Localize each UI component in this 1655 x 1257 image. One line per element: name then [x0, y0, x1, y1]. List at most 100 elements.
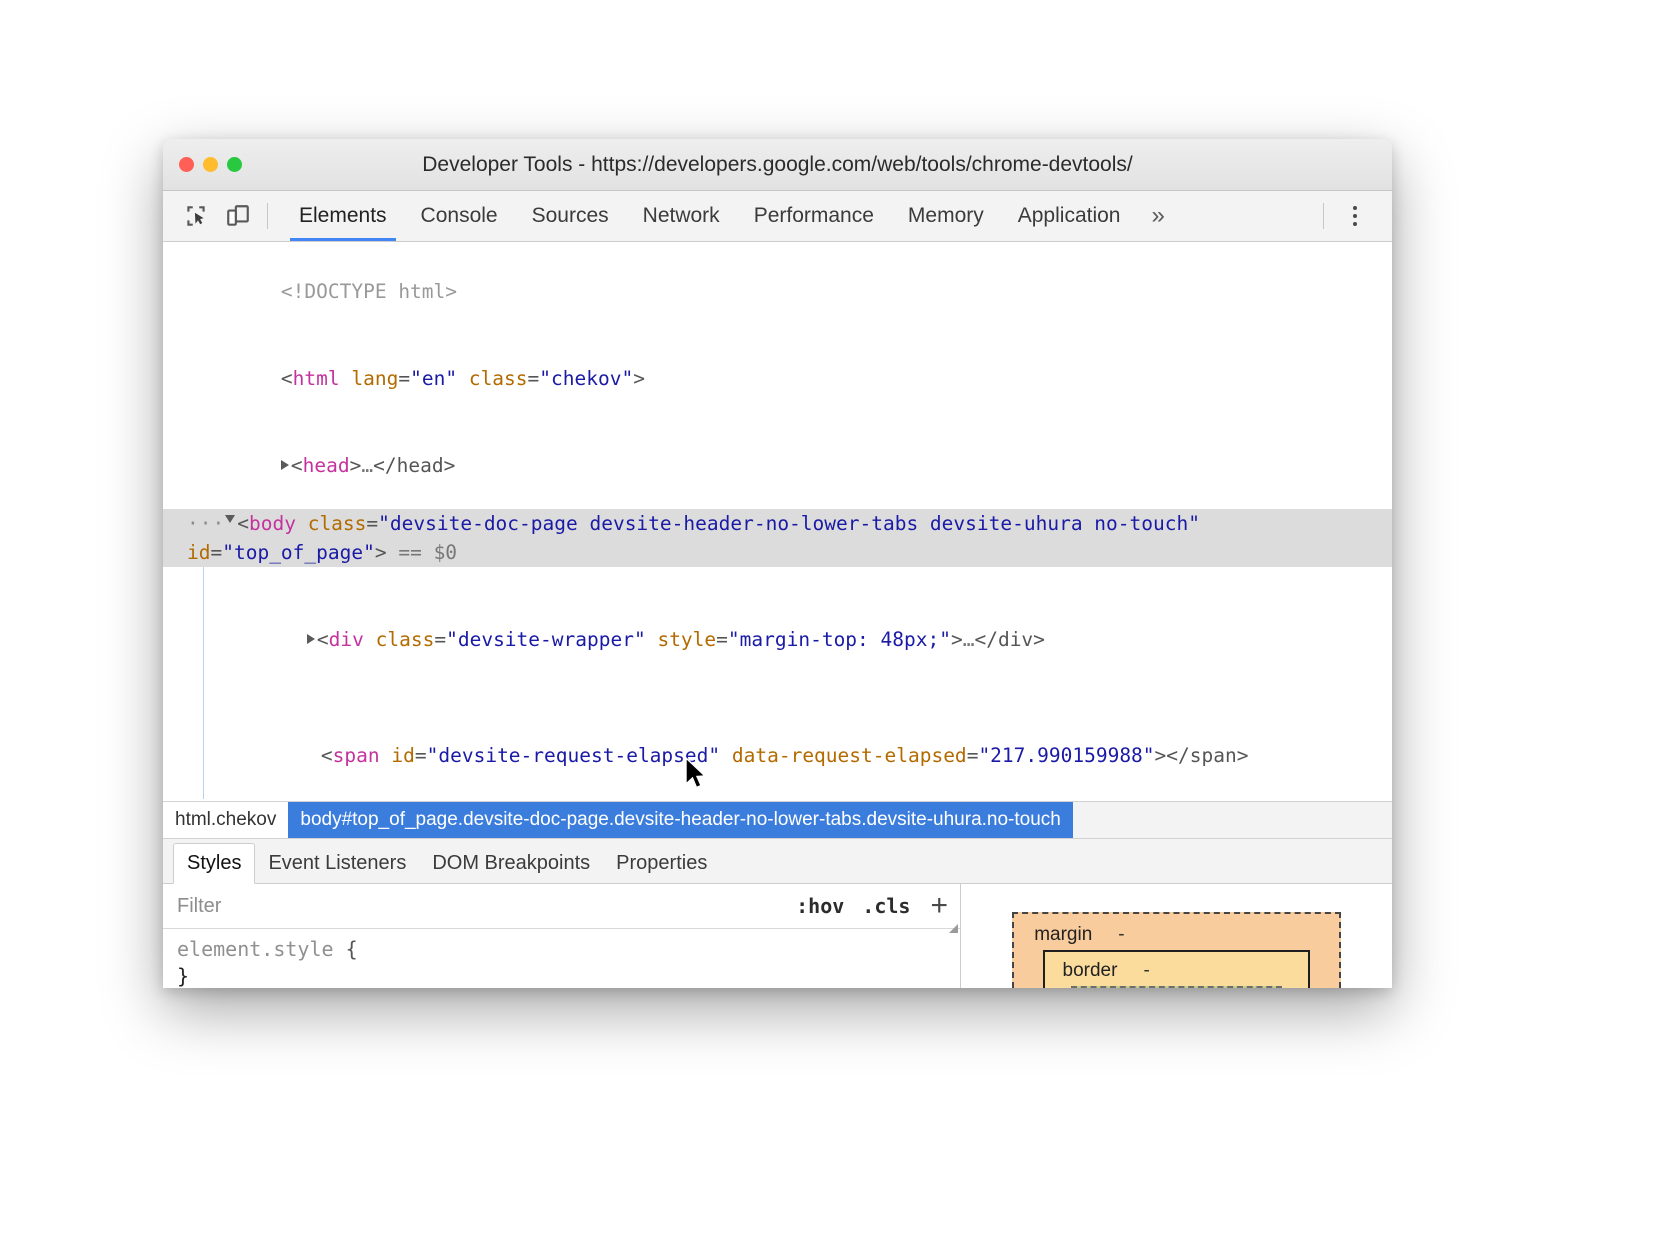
brace-open-0: { — [346, 936, 358, 963]
tab-console[interactable]: Console — [404, 191, 515, 241]
dom-line-span[interactable]: <span id="devsite-request-elapsed" data-… — [163, 683, 1392, 799]
tab-dom-breakpoints[interactable]: DOM Breakpoints — [419, 843, 603, 883]
cls-button[interactable]: .cls — [862, 894, 910, 918]
html-lang-attr: lang — [351, 367, 398, 390]
div-close-tag: </div> — [974, 628, 1044, 651]
more-options-icon[interactable] — [1340, 199, 1370, 233]
dom-line-head[interactable]: <head>…</head> — [163, 422, 1392, 509]
head-close-tag: </head> — [373, 454, 455, 477]
body-tag-name: body — [249, 512, 296, 535]
styles-filter-actions: :hov .cls + — [796, 894, 948, 918]
tab-sources-label: Sources — [532, 204, 609, 228]
styles-filter-bar: Filter :hov .cls + — [163, 884, 960, 929]
device-toolbar-icon[interactable] — [219, 197, 257, 235]
box-model-padding[interactable]: padding - - 400 × 7975.080 - — [1071, 986, 1282, 988]
dom-line-html[interactable]: <html lang="en" class="chekov"> — [163, 335, 1392, 422]
head-ellipsis: … — [361, 454, 373, 477]
box-model-border[interactable]: border - - padding - — [1043, 950, 1311, 988]
border-mid-row: - padding - - 400 × 7975.080 — [1059, 982, 1295, 988]
dom-line-div[interactable]: <div class="devsite-wrapper" style="marg… — [163, 567, 1392, 683]
dom-line-body-selected[interactable]: ···<body class="devsite-doc-page devsite… — [163, 509, 1392, 567]
box-model-diagram: margin - - border - - — [961, 884, 1392, 988]
breadcrumb-item-body[interactable]: body#top_of_page.devsite-doc-page.devsit… — [288, 802, 1072, 838]
window-controls — [179, 157, 242, 172]
selector-element-style[interactable]: element.style — [177, 936, 334, 963]
toolbar-right — [1323, 199, 1382, 233]
body-id-value: "top_of_page" — [222, 541, 375, 564]
tab-sources[interactable]: Sources — [515, 191, 626, 241]
minimize-button[interactable] — [203, 157, 218, 172]
rule-header-element-style: element.style { — [177, 936, 950, 963]
head-tag-name: head — [303, 454, 350, 477]
doctype-text: <!DOCTYPE html> — [281, 280, 457, 303]
margin-top-row: margin - — [1030, 924, 1323, 946]
tab-performance[interactable]: Performance — [737, 191, 891, 241]
panes-container: Filter :hov .cls + element.style { } — [163, 884, 1392, 988]
expand-triangle-icon[interactable] — [281, 460, 289, 470]
border-top-row: border - — [1059, 960, 1295, 982]
inspect-element-icon[interactable] — [177, 197, 215, 235]
css-rule-element-style[interactable]: element.style { } — [163, 929, 960, 988]
tab-properties[interactable]: Properties — [603, 843, 720, 883]
margin-top-value[interactable]: - — [1118, 924, 1124, 946]
tab-network-label: Network — [643, 204, 720, 228]
span-close-tag: ></span> — [1155, 744, 1249, 767]
styles-sidebar-tabs: Styles Event Listeners DOM Breakpoints P… — [163, 839, 1392, 884]
span-data-attr: data-request-elapsed — [732, 744, 967, 767]
collapse-triangle-icon[interactable] — [225, 515, 235, 528]
tree-guide-line — [203, 567, 204, 683]
body-overflow-dots: ··· — [187, 512, 225, 535]
tab-elements[interactable]: Elements — [282, 191, 404, 241]
brace-close-0: } — [177, 963, 950, 988]
html-class-attr: class — [469, 367, 528, 390]
more-tabs-icon[interactable]: » — [1137, 191, 1178, 241]
devtools-tabs: Elements Console Sources Network Perform… — [282, 191, 1179, 241]
close-button[interactable] — [179, 157, 194, 172]
tab-memory-label: Memory — [908, 204, 984, 228]
border-label: border — [1063, 960, 1118, 982]
span-id-value: "devsite-request-elapsed" — [427, 744, 721, 767]
body-class-value: "devsite-doc-page devsite-header-no-lowe… — [378, 512, 1200, 535]
maximize-button[interactable] — [227, 157, 242, 172]
html-class-value: "chekov" — [539, 367, 633, 390]
html-tag-name: html — [293, 367, 340, 390]
div-tag-name: div — [329, 628, 364, 651]
dom-line-doctype[interactable]: <!DOCTYPE html> — [163, 248, 1392, 335]
window-title: Developer Tools - https://developers.goo… — [163, 153, 1392, 177]
expand-triangle-icon-div[interactable] — [307, 634, 315, 644]
tree-guide-line-2 — [203, 683, 204, 799]
breadcrumb-item-html[interactable]: html.chekov — [163, 802, 288, 838]
box-model-margin[interactable]: margin - - border - - — [1012, 912, 1341, 988]
toolbar-divider-right — [1323, 203, 1324, 229]
margin-mid-row: - border - - paddi — [1030, 946, 1323, 988]
devtools-toolbar: Elements Console Sources Network Perform… — [163, 191, 1392, 242]
tab-elements-label: Elements — [299, 204, 387, 228]
styles-filter-input[interactable]: Filter — [177, 895, 221, 918]
dom-tree: <!DOCTYPE html> <html lang="en" class="c… — [163, 242, 1392, 801]
tab-network[interactable]: Network — [626, 191, 737, 241]
devtools-window: Developer Tools - https://developers.goo… — [163, 139, 1392, 988]
div-ellipsis: … — [963, 628, 975, 651]
more-tabs-label: » — [1151, 202, 1164, 230]
tab-styles[interactable]: Styles — [173, 843, 255, 884]
new-style-rule-button[interactable]: + — [930, 895, 948, 917]
div-style-attr: style — [657, 628, 716, 651]
html-lang-value: "en" — [410, 367, 457, 390]
span-id-attr: id — [391, 744, 414, 767]
computed-pane: margin - - border - - — [961, 884, 1392, 988]
span-data-value: "217.990159988" — [978, 744, 1154, 767]
tab-application-label: Application — [1018, 204, 1121, 228]
border-top-value[interactable]: - — [1143, 960, 1149, 982]
window-titlebar: Developer Tools - https://developers.goo… — [163, 139, 1392, 191]
span-tag-name: span — [333, 744, 380, 767]
div-style-value: "margin-top: 48px;" — [728, 628, 951, 651]
tab-event-listeners[interactable]: Event Listeners — [255, 843, 419, 883]
body-id-attr: id — [187, 541, 210, 564]
breadcrumb: html.chekov body#top_of_page.devsite-doc… — [163, 801, 1392, 839]
toolbar-divider — [267, 203, 268, 229]
tab-memory[interactable]: Memory — [891, 191, 1001, 241]
div-class-attr: class — [376, 628, 435, 651]
margin-label: margin — [1034, 924, 1092, 946]
tab-application[interactable]: Application — [1001, 191, 1138, 241]
hov-button[interactable]: :hov — [796, 894, 844, 918]
